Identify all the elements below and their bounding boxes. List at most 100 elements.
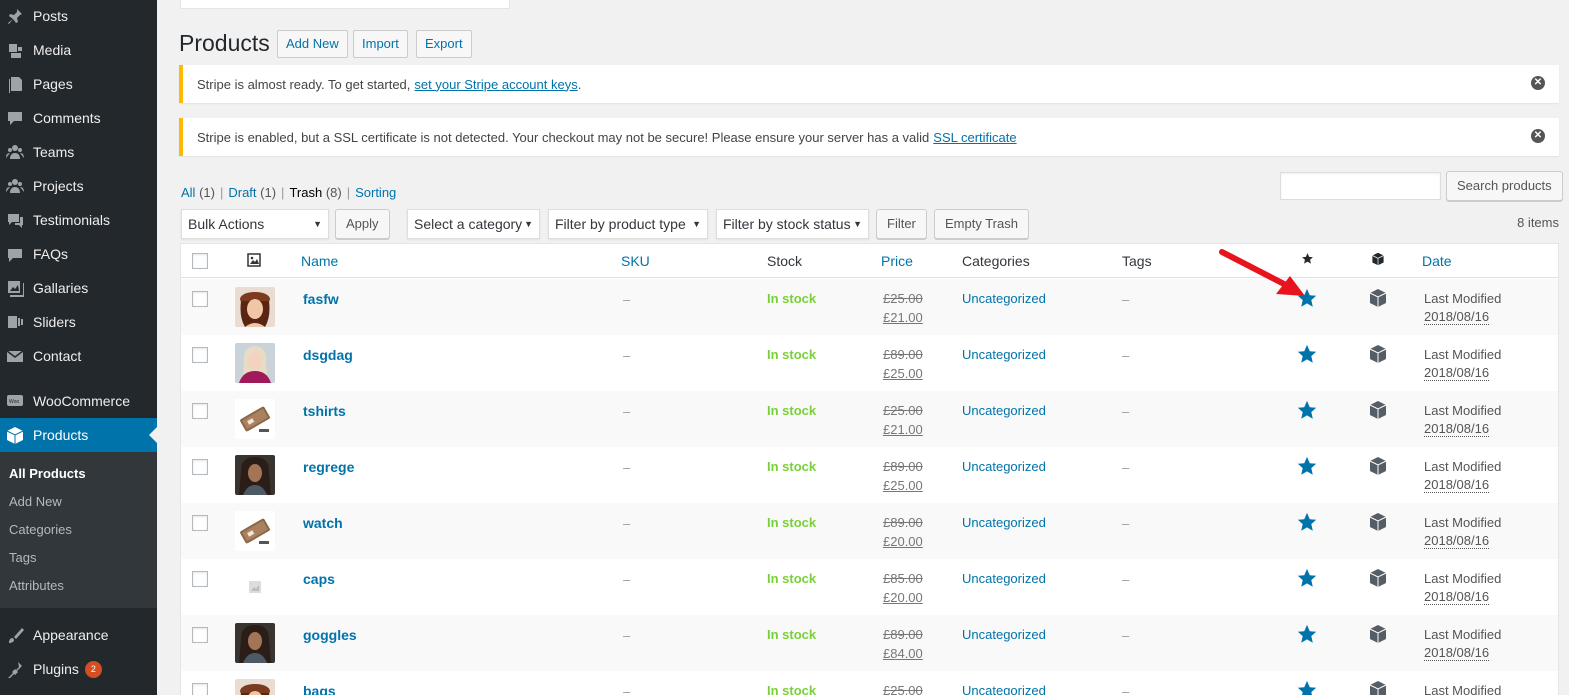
submenu-item-tags[interactable]: Tags [9,550,36,565]
empty-trash-button[interactable]: Empty Trash [934,209,1029,239]
product-type-select[interactable]: Filter by product type ▼ [548,209,708,239]
column-header-sku[interactable]: SKU [621,253,650,269]
slides-icon [6,313,24,331]
featured-star-icon[interactable] [1296,343,1318,365]
stripe-keys-link[interactable]: set your Stripe account keys [414,77,577,92]
filter-button[interactable]: Filter [876,209,927,239]
sidebar-item-teams[interactable]: Teams [0,135,157,169]
sidebar-item-posts[interactable]: Posts [0,0,157,33]
row-checkbox[interactable] [192,403,208,419]
ssl-certificate-link[interactable]: SSL certificate [933,130,1016,145]
tags-value: – [1122,572,1130,587]
category-link[interactable]: Uncategorized [962,571,1046,586]
submenu-item-all-products[interactable]: All Products [9,466,86,481]
regular-price: £85.00 [883,571,923,586]
product-thumbnail[interactable] [235,567,275,607]
product-thumbnail[interactable] [235,343,275,383]
plugins-icon [6,660,24,678]
product-thumbnail[interactable] [235,287,275,327]
add-new-button[interactable]: Add New [277,30,348,58]
row-checkbox[interactable] [192,291,208,307]
product-thumbnail[interactable] [235,511,275,551]
bulk-actions-select[interactable]: Bulk Actions ▼ [181,209,329,239]
sidebar-item-comments[interactable]: Comments [0,101,157,135]
column-header-date[interactable]: Date [1422,253,1452,269]
category-link[interactable]: Uncategorized [962,515,1046,530]
sidebar-item-sliders[interactable]: Sliders [0,305,157,339]
stripe-notice: Stripe is almost ready. To get started, … [179,65,1559,103]
product-name-link[interactable]: dsgdag [303,347,353,363]
search-input[interactable] [1280,172,1441,200]
sidebar-item-label: Comments [33,110,101,126]
view-all-link[interactable]: All (1) [181,185,215,200]
dismiss-icon[interactable]: ✕ [1531,76,1545,90]
sidebar-item-pages[interactable]: Pages [0,67,157,101]
category-link[interactable]: Uncategorized [962,291,1046,306]
apply-button[interactable]: Apply [335,209,390,239]
sidebar-item-testimonials[interactable]: Testimonials [0,203,157,237]
regular-price: £25.00 [883,403,923,418]
product-name-link[interactable]: regrege [303,459,354,475]
stock-status-select[interactable]: Filter by stock status ▼ [716,209,869,239]
dismiss-icon[interactable]: ✕ [1531,129,1545,143]
submenu-item-categories[interactable]: Categories [9,522,72,537]
category-link[interactable]: Uncategorized [962,459,1046,474]
sidebar-item-appearance[interactable]: Appearance [0,618,157,652]
product-name-link[interactable]: fasfw [303,291,339,307]
featured-star-icon[interactable] [1296,679,1318,695]
sidebar-item-gallaries[interactable]: Gallaries [0,271,157,305]
category-select[interactable]: Select a category ▼ [407,209,540,239]
row-checkbox[interactable] [192,347,208,363]
featured-star-icon[interactable] [1296,511,1318,533]
select-all-checkbox[interactable] [192,253,208,269]
featured-star-icon[interactable] [1296,567,1318,589]
sidebar-item-products[interactable]: Products [0,418,157,452]
category-link[interactable]: Uncategorized [962,347,1046,362]
export-button[interactable]: Export [416,30,472,58]
product-name-link[interactable]: tshirts [303,403,346,419]
featured-star-icon[interactable] [1296,455,1318,477]
row-checkbox[interactable] [192,571,208,587]
sidebar-item-plugins[interactable]: Plugins 2 [0,652,157,686]
submenu-item-add-new[interactable]: Add New [9,494,62,509]
product-thumbnail[interactable] [235,623,275,663]
sidebar-item-media[interactable]: Media [0,33,157,67]
date-value: 2018/08/16 [1424,421,1490,437]
row-checkbox[interactable] [192,515,208,531]
sidebar-item-projects[interactable]: Projects [0,169,157,203]
sidebar-item-woocommerce[interactable]: Woo WooCommerce [0,384,157,418]
view-draft-link[interactable]: Draft (1) [228,185,276,200]
notice-text: Stripe is almost ready. To get started, [197,76,411,92]
sidebar-item-label: Contact [33,348,82,364]
product-name-link[interactable]: watch [303,515,343,531]
import-button[interactable]: Import [353,30,408,58]
row-checkbox[interactable] [192,627,208,643]
category-link[interactable]: Uncategorized [962,627,1046,642]
product-name-link[interactable]: caps [303,571,335,587]
sidebar-item-label: Posts [33,8,69,24]
product-name-link[interactable]: bags [303,683,336,695]
simple-product-box-icon [1368,512,1388,532]
category-link[interactable]: Uncategorized [962,403,1046,418]
featured-star-icon[interactable] [1296,623,1318,645]
featured-star-icon[interactable] [1296,399,1318,421]
column-header-name[interactable]: Name [301,253,338,269]
product-thumbnail[interactable] [235,455,275,495]
product-thumbnail[interactable] [235,679,275,695]
submenu-item-attributes[interactable]: Attributes [9,578,64,593]
sidebar-item-faqs[interactable]: FAQs [0,237,157,271]
product-thumbnail[interactable] [235,399,275,439]
row-checkbox[interactable] [192,459,208,475]
column-header-price[interactable]: Price [881,253,913,269]
tags-value: – [1122,628,1130,643]
search-products-button[interactable]: Search products [1446,171,1563,201]
products-icon [6,426,24,444]
sidebar-item-contact[interactable]: Contact [0,339,157,373]
date-label: Last Modified [1424,627,1502,642]
category-link[interactable]: Uncategorized [962,683,1046,695]
view-trash-link[interactable]: Trash (8) [289,185,341,200]
product-name-link[interactable]: goggles [303,627,357,643]
sidebar-item-label: Testimonials [33,212,111,228]
row-checkbox[interactable] [192,683,208,695]
view-sorting-link[interactable]: Sorting [355,185,396,200]
